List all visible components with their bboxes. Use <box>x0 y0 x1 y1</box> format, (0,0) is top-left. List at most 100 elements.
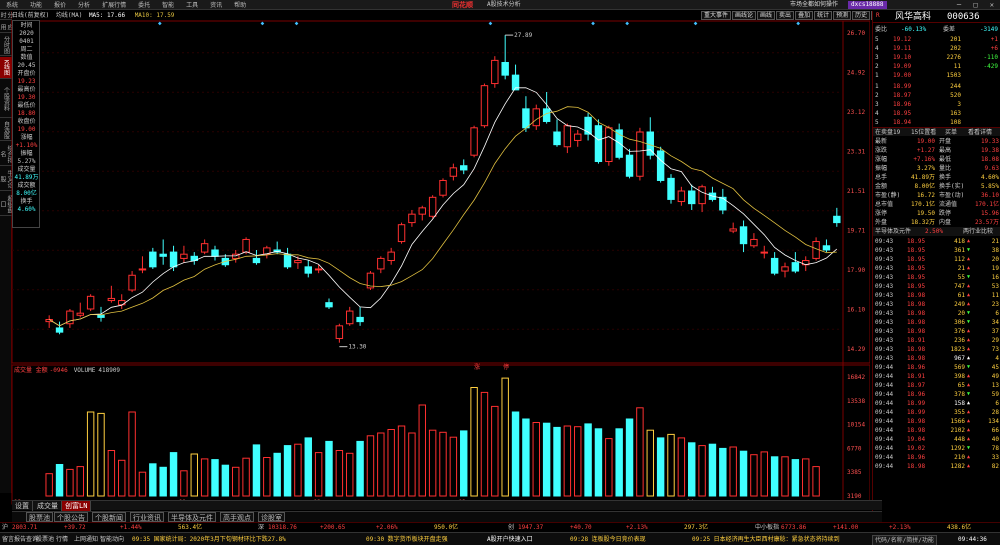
toolbar-btn-2[interactable]: 画线 <box>757 11 776 20</box>
menu-item-3[interactable]: 分析 <box>78 0 90 9</box>
status-btn-0[interactable]: 留言 <box>2 535 14 544</box>
index-item-2[interactable]: 创 1947.37 +40.70 +2.13% 297.3亿 <box>508 523 708 532</box>
index-item-1[interactable]: 深 10318.76 +200.65 +2.06% 950.0亿 <box>258 523 458 532</box>
chart-indicator: 均线(MA) <box>55 12 83 19</box>
search-input[interactable]: 代码/名称/简拼/功能 <box>872 535 937 545</box>
info-label-8: 涨幅 <box>20 134 33 141</box>
info-tab-1[interactable]: 个股公告 <box>54 512 88 522</box>
toolbar-btn-4[interactable]: 叠加 <box>795 11 814 20</box>
info-tab-5[interactable]: 高手观点 <box>220 512 254 522</box>
index-percent: +2.13% <box>626 524 648 531</box>
status-btn-2[interactable]: 股票池 <box>36 535 54 544</box>
info-label-5: 最高价 <box>17 86 36 93</box>
stock-code[interactable]: 000636 <box>947 11 999 23</box>
tick-count: 6 <box>995 400 999 407</box>
news-item-7[interactable]: 09:30 数字货币板块开盘走强 <box>366 535 448 544</box>
toolbar-btn-5[interactable]: 统计 <box>814 11 833 20</box>
event-marker[interactable]: ◆ <box>591 20 595 27</box>
tick-count: 134 <box>988 418 999 425</box>
order-head-c: 买单 <box>945 129 958 136</box>
info-value-0: 2020 <box>19 30 34 37</box>
news-item-8[interactable]: A股开户快速入口 <box>487 535 533 544</box>
status-btn-5[interactable]: 智能动向 <box>100 535 124 544</box>
index-percent: +1.44% <box>120 524 142 531</box>
sector-name[interactable]: 半导体及元件 <box>875 227 915 236</box>
volume-bar <box>460 430 468 497</box>
info-label-6: 最低价 <box>17 102 36 109</box>
news-item-9[interactable]: 09:28 连板股今日竞价表现 <box>570 535 646 544</box>
menu-item-8[interactable]: 资讯 <box>210 0 222 9</box>
toolbar-btn-6[interactable]: 预测 <box>833 11 852 20</box>
menu-item-2[interactable]: 报价 <box>54 0 66 9</box>
event-marker[interactable]: ◆ <box>295 20 299 27</box>
toolbar-btn-1[interactable]: 画线论 <box>732 11 757 20</box>
info-tab-2[interactable]: 个股新闻 <box>92 512 126 522</box>
event-marker[interactable]: ◆ <box>796 20 800 27</box>
promo-link[interactable]: 市场全都如何操作 <box>790 0 838 10</box>
volume-bar <box>221 464 230 497</box>
candle-body <box>294 260 302 264</box>
candle-body <box>460 165 468 171</box>
bid-price: 18.94 <box>893 119 912 126</box>
quote-row: 09:44 18.98 1566 ▲ 134 <box>873 417 1000 426</box>
info-label-3: 数值 <box>20 54 33 61</box>
news-item-6[interactable]: 09:35 国家统计局：2020年3月下旬钢材环比下跌27.8% <box>132 535 286 544</box>
menu-item-9[interactable]: 帮助 <box>234 0 246 9</box>
event-marker[interactable]: ◆ <box>625 20 629 27</box>
candle-body <box>553 131 561 146</box>
menu-item-1[interactable]: 功能 <box>30 0 42 9</box>
index-item-3[interactable]: 中小板指 6773.86 +141.00 +2.13% 438.6亿 <box>755 523 971 532</box>
chart-toolbar: 重大事件画线论画线卖出叠加统计预测历史陆股 <box>700 11 890 21</box>
menu-item-4[interactable]: 扩展行情 <box>102 0 126 9</box>
indicator-tab-2[interactable]: 创富LN <box>62 501 92 511</box>
volume-bar <box>304 437 312 497</box>
status-btn-3[interactable]: 行情 <box>56 535 68 544</box>
volume-bar <box>760 451 768 497</box>
tick-time: 09:43 <box>875 292 894 299</box>
tick-volume: 418 <box>954 238 965 245</box>
volume-bar <box>252 444 261 497</box>
status-btn-1[interactable]: 报告查询 <box>14 535 38 544</box>
window-controls[interactable]: ─ □ ✕ <box>957 0 998 10</box>
candle-body <box>159 253 167 257</box>
event-marker[interactable]: ◆ <box>158 20 162 27</box>
info-value-6: 18.80 <box>17 110 36 117</box>
menu-item-0[interactable]: 系统 <box>6 0 18 9</box>
stock-name[interactable]: 风华高科 <box>895 11 947 23</box>
user-badge[interactable]: dxcs18888 <box>848 1 887 9</box>
event-marker[interactable]: ◆ <box>694 20 698 27</box>
toolbar-btn-0[interactable]: 重大事件 <box>701 11 732 20</box>
info-tab-4[interactable]: 半导体及元件 <box>168 512 216 522</box>
info-tab-0[interactable]: 股票池 <box>26 512 53 522</box>
menu-item-6[interactable]: 智能 <box>162 0 174 9</box>
volume-bar <box>688 442 696 497</box>
info-tab-6[interactable]: 诊股室 <box>258 512 285 522</box>
tick-volume: 1823 <box>950 346 965 353</box>
event-marker[interactable]: ◆ <box>261 20 265 27</box>
event-marker[interactable]: ◆ <box>489 20 493 27</box>
toolbar-btn-3[interactable]: 卖出 <box>776 11 795 20</box>
info-tab-3[interactable]: 行业资讯 <box>130 512 164 522</box>
toolbar-btn-7[interactable]: 历史 <box>852 11 871 20</box>
status-btn-4[interactable]: 上网通知 <box>74 535 98 544</box>
index-change: +141.00 <box>833 524 859 531</box>
tick-price: 18.98 <box>907 427 926 434</box>
quote-row: 09:44 18.98 1282 ▲ 82 <box>873 462 1000 471</box>
indicator-tab-1[interactable]: 成交量 <box>34 501 62 511</box>
index-item-0[interactable]: 沪 2803.71 +39.72 +1.44% 563.4亿 <box>2 523 202 532</box>
menu-item-5[interactable]: 委托 <box>138 0 150 9</box>
menu-item-7[interactable]: 工具 <box>186 0 198 9</box>
candle-body <box>242 238 250 253</box>
volume-bar <box>511 411 520 497</box>
candle-body <box>501 61 509 76</box>
volume-axis-label: 3190 <box>847 493 862 500</box>
kline-chart[interactable]: 26.70 24.92 23.12 23.31 21.51 19.71 17.90 16.10… <box>0 11 870 511</box>
tick-volume: 967 <box>954 355 965 362</box>
sector-compare-link[interactable]: 两行业比较 <box>963 227 1000 236</box>
arrow-up-icon: ▲ <box>967 373 971 379</box>
volume-axis-label: 10154 <box>847 422 865 429</box>
candle-body <box>107 297 116 302</box>
volume-bar <box>491 405 499 497</box>
news-item-10[interactable]: 09:25 日本经济再生大臣西村康稔：紧急状态将持续到 <box>692 535 840 544</box>
indicator-tab-0[interactable]: 设置 <box>12 501 33 511</box>
